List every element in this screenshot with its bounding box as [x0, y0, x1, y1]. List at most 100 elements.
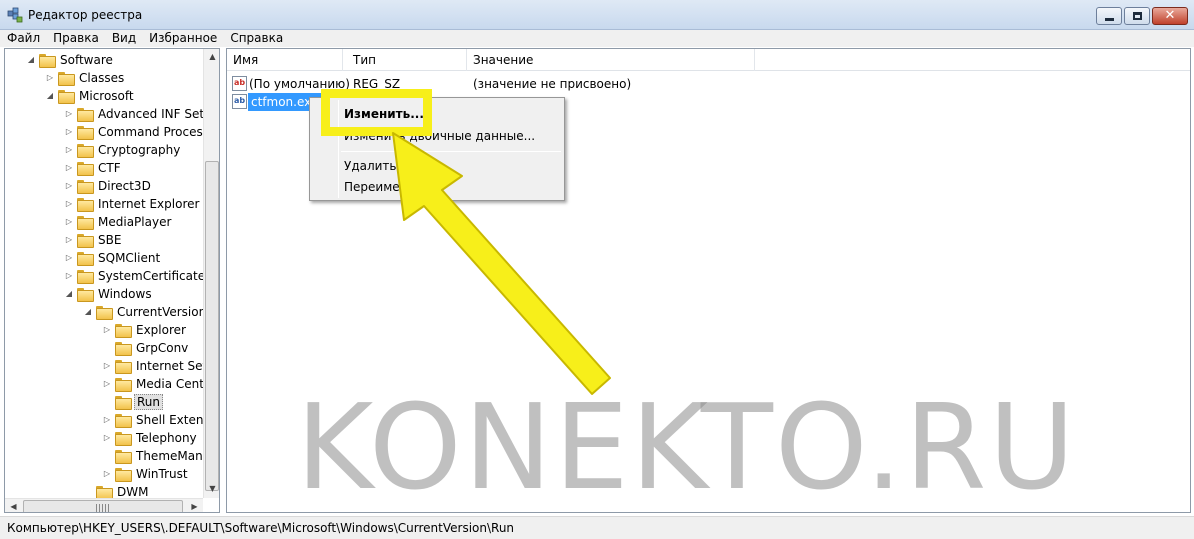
column-value[interactable]: Значение [467, 49, 755, 71]
expand-icon[interactable]: ▷ [63, 108, 75, 120]
menu-separator [341, 151, 561, 152]
expand-icon[interactable]: ▷ [63, 162, 75, 174]
registry-editor-icon [7, 7, 23, 23]
expand-icon[interactable] [101, 396, 113, 408]
minimize-button[interactable] [1096, 7, 1122, 25]
title-bar: Редактор реестра ✕ [0, 0, 1194, 30]
expand-icon[interactable]: ▷ [63, 252, 75, 264]
folder-icon [77, 252, 94, 266]
maximize-button[interactable] [1124, 7, 1150, 25]
tree-item-label: Software [60, 53, 113, 67]
tree-item-label: GrpConv [136, 341, 189, 355]
menu-bar: Файл Правка Вид Избранное Справка [0, 30, 1194, 47]
tree-item-label: Telephony [136, 431, 197, 445]
collapse-icon[interactable]: ◢ [63, 288, 75, 300]
tree-item-label: Internet Explorer [98, 197, 200, 211]
tree-item-label: MediaPlayer [98, 215, 172, 229]
folder-icon [115, 432, 132, 446]
tree-item[interactable]: ▷ Media Center [101, 375, 218, 393]
string-value-icon: ab [232, 94, 247, 109]
tree-item-label: Cryptography [98, 143, 181, 157]
tree-item[interactable]: ◢ Microsoft [44, 87, 136, 105]
expand-icon[interactable] [82, 486, 94, 498]
expand-icon[interactable]: ▷ [63, 234, 75, 246]
scroll-thumb-horizontal[interactable] [23, 500, 183, 512]
expand-icon[interactable] [101, 342, 113, 354]
status-path: Компьютер\HKEY_USERS\.DEFAULT\Software\M… [7, 521, 515, 535]
registry-tree[interactable]: ◢ Software ▷ Classes ◢ Microsoft ▷ Advanced INF… [4, 48, 220, 513]
expand-icon[interactable]: ▷ [63, 270, 75, 282]
maximize-icon [1133, 12, 1142, 20]
menu-favorites[interactable]: Избранное [142, 30, 223, 47]
tree-item[interactable]: ◢ Windows [63, 285, 154, 303]
tree-item[interactable]: Run [101, 393, 164, 411]
collapse-icon[interactable]: ◢ [25, 54, 37, 66]
folder-icon [115, 342, 132, 356]
column-name[interactable]: Имя [227, 49, 343, 71]
tree-item[interactable]: ▷ Explorer [101, 321, 188, 339]
tree-item[interactable]: ▷ MediaPlayer [63, 213, 173, 231]
watermark: KONEKTO.RU [296, 378, 1077, 516]
scroll-right-icon[interactable]: ▶ [186, 499, 203, 512]
menu-view[interactable]: Вид [105, 30, 142, 47]
scroll-down-icon[interactable]: ▼ [204, 481, 219, 497]
folder-icon [77, 288, 94, 302]
tree-item-label: CurrentVersion [117, 305, 207, 319]
tree-item[interactable]: ▷ Direct3D [63, 177, 153, 195]
menu-help[interactable]: Справка [223, 30, 289, 47]
tree-item[interactable]: ▷ SQMClient [63, 249, 162, 267]
window-title: Редактор реестра [28, 8, 143, 22]
tree-vertical-scrollbar[interactable]: ▲ ▼ [203, 49, 219, 498]
tree-item[interactable]: ◢ CurrentVersion [82, 303, 208, 321]
tree-item[interactable]: ▷ SystemCertificates [63, 267, 213, 285]
folder-icon [115, 450, 132, 464]
tree-item[interactable]: ▷ CTF [63, 159, 123, 177]
folder-icon [115, 414, 132, 428]
tree-item[interactable]: ▷ Telephony [101, 429, 199, 447]
collapse-icon[interactable]: ◢ [82, 306, 94, 318]
tree-item-label: SQMClient [98, 251, 161, 265]
tree-item[interactable]: GrpConv [101, 339, 190, 357]
tree-item[interactable]: ▷ WinTrust [101, 465, 190, 483]
tree-item-label: SBE [98, 233, 122, 247]
minimize-icon [1105, 18, 1114, 21]
scroll-up-icon[interactable]: ▲ [204, 49, 219, 65]
column-type[interactable]: Тип [347, 49, 467, 71]
collapse-icon[interactable]: ◢ [44, 90, 56, 102]
expand-icon[interactable]: ▷ [63, 180, 75, 192]
expand-icon[interactable] [101, 450, 113, 462]
tree-item[interactable]: ▷ Command Processor [63, 123, 220, 141]
tree-item[interactable]: ▷ Cryptography [63, 141, 182, 159]
folder-icon [77, 234, 94, 248]
tree-item-label: WinTrust [136, 467, 188, 481]
tree-item[interactable]: ▷ Internet Explorer [63, 195, 201, 213]
scroll-thumb[interactable] [205, 161, 219, 491]
scroll-left-icon[interactable]: ◀ [5, 499, 22, 512]
tree-horizontal-scrollbar[interactable]: ◀ ▶ [5, 498, 203, 512]
tree-item-label: Command Processor [98, 125, 220, 139]
status-bar: Компьютер\HKEY_USERS\.DEFAULT\Software\M… [0, 516, 1194, 539]
menu-edit[interactable]: Правка [46, 30, 105, 47]
close-button[interactable]: ✕ [1152, 7, 1188, 25]
menu-item-rename[interactable]: Переименовать [344, 180, 443, 194]
expand-icon[interactable]: ▷ [101, 324, 113, 336]
expand-icon[interactable]: ▷ [63, 216, 75, 228]
expand-icon[interactable]: ▷ [63, 198, 75, 210]
expand-icon[interactable]: ▷ [101, 378, 113, 390]
expand-icon[interactable]: ▷ [101, 432, 113, 444]
expand-icon[interactable]: ▷ [101, 360, 113, 372]
folder-icon [115, 468, 132, 482]
tree-item-label: CTF [98, 161, 121, 175]
tree-item[interactable]: ▷ SBE [63, 231, 123, 249]
expand-icon[interactable]: ▷ [101, 414, 113, 426]
menu-file[interactable]: Файл [0, 30, 46, 47]
tree-item[interactable]: ▷ Classes [44, 69, 126, 87]
folder-icon [77, 108, 94, 122]
tree-item[interactable]: ▷ Advanced INF Setup [63, 105, 219, 123]
tree-item[interactable]: ◢ Software [25, 51, 115, 69]
expand-icon[interactable]: ▷ [101, 468, 113, 480]
expand-icon[interactable]: ▷ [63, 126, 75, 138]
expand-icon[interactable]: ▷ [44, 72, 56, 84]
menu-item-delete[interactable]: Удалить [344, 159, 397, 173]
expand-icon[interactable]: ▷ [63, 144, 75, 156]
